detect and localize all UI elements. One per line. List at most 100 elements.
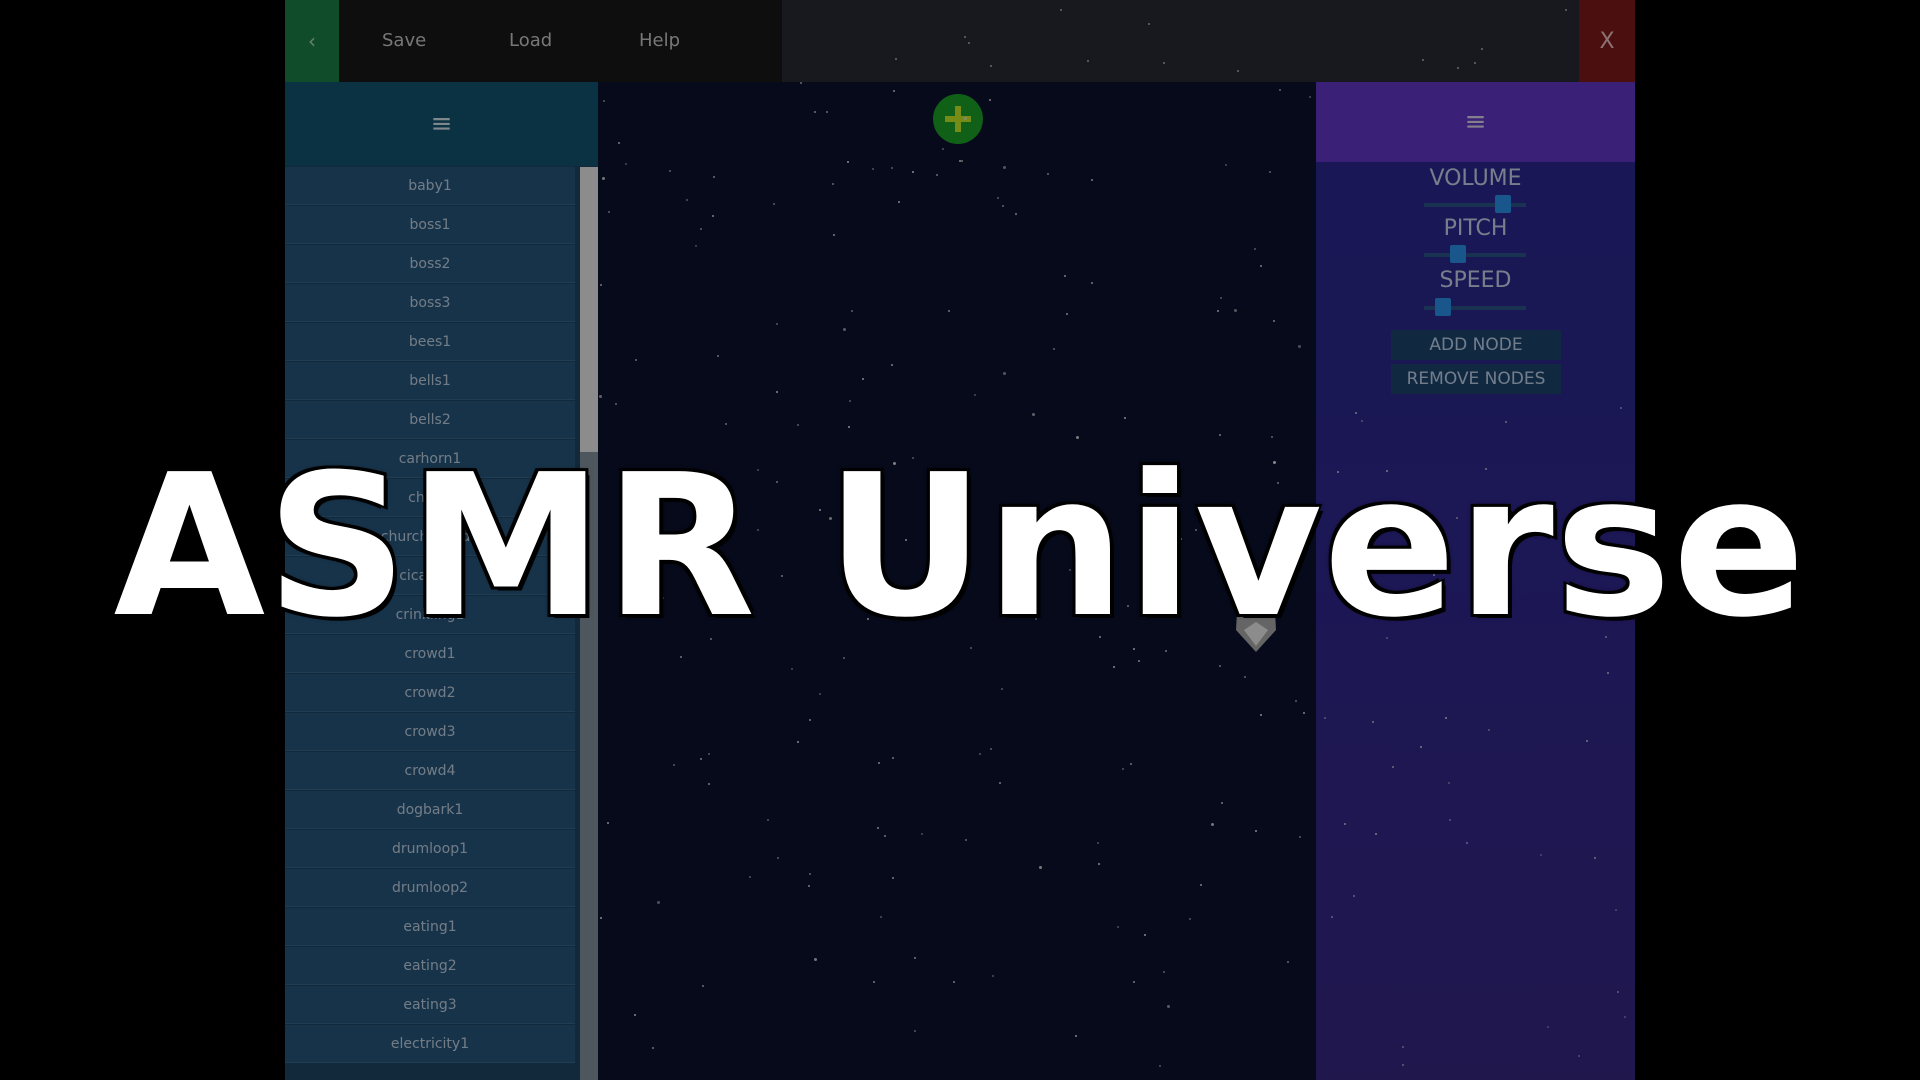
star — [1098, 863, 1100, 865]
star — [712, 215, 714, 217]
sound-list-item[interactable]: eating3 — [285, 986, 575, 1024]
star — [1449, 819, 1451, 821]
sound-library-menu-icon[interactable]: ≡ — [285, 82, 598, 166]
remove-nodes-button[interactable]: REMOVE NODES — [1391, 364, 1561, 394]
star — [713, 176, 715, 178]
star — [777, 857, 779, 859]
star — [600, 284, 602, 286]
star — [1344, 823, 1346, 825]
pitch-slider[interactable] — [1424, 245, 1526, 263]
star — [791, 668, 793, 670]
star — [1200, 884, 1202, 886]
speed-label: SPEED — [1439, 268, 1512, 293]
star — [979, 753, 981, 755]
star — [891, 167, 893, 169]
star — [1287, 961, 1289, 963]
star — [895, 58, 897, 60]
star — [773, 203, 775, 205]
star — [657, 901, 660, 904]
sound-list-item[interactable]: crowd4 — [285, 752, 575, 790]
star — [997, 197, 999, 199]
top-bar: ‹ Save Load Help X — [285, 0, 1635, 82]
close-button[interactable]: X — [1579, 0, 1635, 82]
star — [1015, 213, 1017, 215]
star — [797, 741, 799, 743]
star — [992, 975, 994, 977]
star — [1087, 60, 1089, 62]
sound-list-item[interactable]: baby1 — [285, 167, 575, 205]
sound-list-item[interactable]: eating2 — [285, 947, 575, 985]
sound-list-item[interactable]: drumloop1 — [285, 830, 575, 868]
save-button[interactable]: Save — [382, 0, 426, 82]
volume-label: VOLUME — [1429, 166, 1522, 191]
back-button[interactable]: ‹ — [285, 0, 339, 82]
sound-list-item[interactable]: crowd3 — [285, 713, 575, 751]
star — [1309, 96, 1311, 98]
star — [814, 111, 816, 113]
add-node-button[interactable]: ADD NODE — [1391, 330, 1561, 360]
star — [1244, 676, 1246, 678]
star — [1122, 768, 1124, 770]
speed-slider-knob[interactable] — [1435, 298, 1451, 316]
pitch-slider-knob[interactable] — [1450, 245, 1466, 263]
star — [599, 395, 602, 398]
star — [717, 355, 719, 357]
star — [1392, 766, 1394, 768]
star — [1117, 926, 1119, 928]
star — [602, 177, 605, 180]
star — [1481, 48, 1483, 50]
star — [700, 228, 702, 230]
scrollbar-thumb[interactable] — [580, 167, 598, 452]
sound-list-item[interactable]: boss2 — [285, 245, 575, 283]
sound-list-item[interactable]: eating1 — [285, 908, 575, 946]
sound-list-item[interactable]: bells1 — [285, 362, 575, 400]
sound-list-item[interactable]: dogbark1 — [285, 791, 575, 829]
star — [1225, 164, 1227, 166]
star — [872, 168, 874, 170]
star — [1279, 89, 1281, 91]
star — [1402, 1046, 1404, 1048]
star — [1298, 345, 1301, 348]
sound-list-item[interactable]: bees1 — [285, 323, 575, 361]
star — [990, 65, 992, 67]
star — [1324, 717, 1326, 719]
star — [1617, 991, 1619, 993]
star — [618, 142, 620, 144]
star — [1295, 700, 1297, 702]
star — [1234, 309, 1237, 312]
star — [964, 117, 967, 120]
plus-circle-icon[interactable] — [933, 94, 983, 144]
star — [936, 174, 938, 176]
star — [826, 111, 828, 113]
volume-slider-knob[interactable] — [1495, 195, 1511, 213]
star — [893, 90, 895, 92]
star — [1144, 934, 1146, 936]
sound-list-item[interactable]: boss1 — [285, 206, 575, 244]
help-button[interactable]: Help — [639, 0, 680, 82]
star — [1331, 916, 1333, 918]
star — [891, 364, 893, 366]
sound-list-item[interactable]: electricity1 — [285, 1025, 575, 1063]
star — [1540, 854, 1542, 856]
menu-bar: Save Load Help — [339, 0, 782, 82]
star — [880, 916, 882, 918]
volume-slider[interactable] — [1424, 195, 1526, 213]
star — [1133, 981, 1135, 983]
node-controls-menu-icon[interactable]: ≡ — [1316, 82, 1635, 162]
star — [776, 391, 778, 393]
star — [1420, 746, 1422, 748]
star — [1594, 857, 1596, 859]
star — [635, 359, 637, 361]
star — [832, 183, 834, 185]
star — [1003, 372, 1006, 375]
star — [1163, 971, 1165, 973]
load-button[interactable]: Load — [509, 0, 552, 82]
star — [878, 762, 880, 764]
sound-list-item[interactable]: boss3 — [285, 284, 575, 322]
speed-slider[interactable] — [1424, 298, 1526, 316]
star — [625, 163, 627, 165]
star — [1217, 310, 1219, 312]
star — [1097, 842, 1099, 844]
sound-list-item[interactable]: crowd2 — [285, 674, 575, 712]
sound-list-item[interactable]: drumloop2 — [285, 869, 575, 907]
